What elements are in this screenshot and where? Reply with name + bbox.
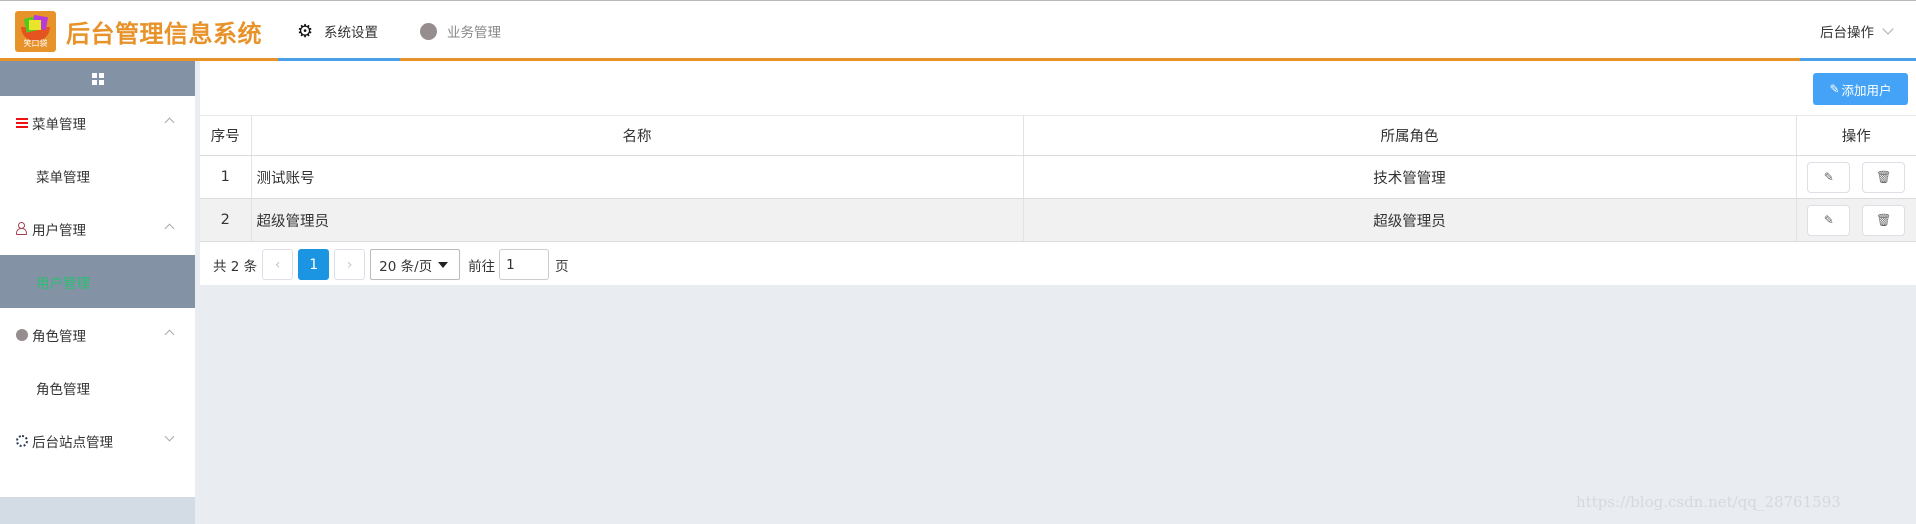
tab-label: 业务管理 xyxy=(447,25,501,41)
group-label: 用户管理 xyxy=(32,222,86,239)
add-user-button[interactable]: ✎ 添加用户 xyxy=(1813,73,1908,105)
column-header-role: 所属角色 xyxy=(1023,115,1797,156)
chevron-down-icon xyxy=(164,431,175,442)
user-icon xyxy=(15,222,28,235)
edit-icon: ✎ xyxy=(1823,169,1834,184)
edit-button[interactable]: ✎ xyxy=(1807,204,1851,236)
cell-index: 2 xyxy=(200,198,252,242)
edit-button[interactable]: ✎ xyxy=(1807,161,1851,193)
watermark: https://blog.csdn.net/qq_28761593 xyxy=(1576,493,1841,511)
tab-system-settings[interactable]: ⚙ 系统设置 xyxy=(297,19,378,43)
logo-text: 笑口袋 xyxy=(23,39,48,48)
backend-ops-dropdown[interactable]: 后台操作 xyxy=(1820,21,1894,41)
goto-label: 前往 xyxy=(468,258,496,275)
column-header-index: 序号 xyxy=(200,115,252,156)
cell-role: 技术管管理 xyxy=(1023,155,1797,199)
sidebar-item-role-management[interactable]: 角色管理 xyxy=(0,361,195,414)
sidebar-item-user-management[interactable]: 用户管理 xyxy=(0,255,195,308)
sidebar-group-role[interactable]: 角色管理 xyxy=(0,308,195,361)
user-table: 序号 名称 所属角色 操作 1 测试账号 技术管管理 ✎ 🗑 2 超级管理员 超级… xyxy=(200,115,1916,242)
column-header-name: 名称 xyxy=(251,115,1024,156)
chevron-up-icon xyxy=(164,329,175,340)
role-dot-icon xyxy=(15,328,28,341)
circle-icon xyxy=(420,22,437,40)
delete-button[interactable]: 🗑 xyxy=(1862,204,1906,236)
prev-page-button[interactable]: ‹ xyxy=(262,249,294,280)
cell-name: 测试账号 xyxy=(251,155,1024,199)
pagination: 共 2 条 ‹ 1 › 20 条/页 前往 页 xyxy=(200,244,1916,285)
cell-actions: ✎ 🗑 xyxy=(1796,155,1916,199)
page-unit-label: 页 xyxy=(555,258,569,275)
page-size-value: 20 条/页 xyxy=(379,258,433,275)
table-row: 1 测试账号 技术管管理 ✎ 🗑 xyxy=(200,155,1916,199)
column-header-actions: 操作 xyxy=(1796,115,1916,156)
table-header-row: 序号 名称 所属角色 操作 xyxy=(200,115,1916,156)
add-user-label: 添加用户 xyxy=(1841,82,1892,98)
trash-icon: 🗑 xyxy=(1876,212,1892,227)
trash-icon: 🗑 xyxy=(1876,169,1892,184)
sidebar-collapse-toggle[interactable] xyxy=(0,61,195,96)
delete-button[interactable]: 🗑 xyxy=(1862,161,1906,193)
ops-label: 后台操作 xyxy=(1820,25,1874,41)
logo-card-yellow xyxy=(29,20,41,30)
sidebar-footer xyxy=(0,497,195,524)
cell-actions: ✎ 🗑 xyxy=(1796,198,1916,242)
pagination-total: 共 2 条 xyxy=(213,258,258,275)
grid-icon xyxy=(91,72,104,85)
cell-index: 1 xyxy=(200,155,252,199)
site-gear-icon xyxy=(15,434,28,447)
sidebar-group-user[interactable]: 用户管理 xyxy=(0,202,195,255)
tab-business-management[interactable]: 业务管理 xyxy=(420,19,501,43)
cell-name: 超级管理员 xyxy=(251,198,1024,242)
group-label: 角色管理 xyxy=(32,328,86,345)
main-panel: ✎ 添加用户 序号 名称 所属角色 操作 1 测试账号 技术管管理 ✎🗑 2 xyxy=(200,61,1916,285)
next-page-button[interactable]: › xyxy=(334,249,366,280)
app-title: 后台管理信息系统 xyxy=(66,20,262,48)
edit-pen-icon: ✎ xyxy=(1829,82,1840,96)
edit-icon: ✎ xyxy=(1823,212,1834,227)
header: 笑口袋 后台管理信息系统 ⚙ 系统设置 业务管理 后台操作 xyxy=(0,1,1916,59)
sidebar: 菜单管理 菜单管理 用户管理 用户管理 角色管理 角色管理 后台站点管理 xyxy=(0,61,195,524)
page-size-select[interactable]: 20 条/页 xyxy=(370,249,461,280)
caret-down-icon xyxy=(438,261,449,268)
logo: 笑口袋 xyxy=(15,11,56,52)
table-row: 2 超级管理员 超级管理员 ✎ 🗑 xyxy=(200,198,1916,242)
goto-page-input[interactable] xyxy=(499,249,550,280)
menu-lines-icon xyxy=(15,117,28,128)
page-button-current[interactable]: 1 xyxy=(298,249,330,280)
chevron-up-icon xyxy=(164,223,175,234)
sidebar-group-site[interactable]: 后台站点管理 xyxy=(0,414,195,467)
group-label: 菜单管理 xyxy=(32,116,86,133)
sidebar-item-menu-management[interactable]: 菜单管理 xyxy=(0,149,195,202)
tab-label: 系统设置 xyxy=(324,25,378,41)
sidebar-group-menu[interactable]: 菜单管理 xyxy=(0,96,195,149)
chevron-down-icon xyxy=(1882,22,1894,35)
group-label: 后台站点管理 xyxy=(32,434,113,451)
cell-role: 超级管理员 xyxy=(1023,198,1797,242)
gear-icon: ⚙ xyxy=(297,20,314,42)
chevron-up-icon xyxy=(164,117,175,128)
